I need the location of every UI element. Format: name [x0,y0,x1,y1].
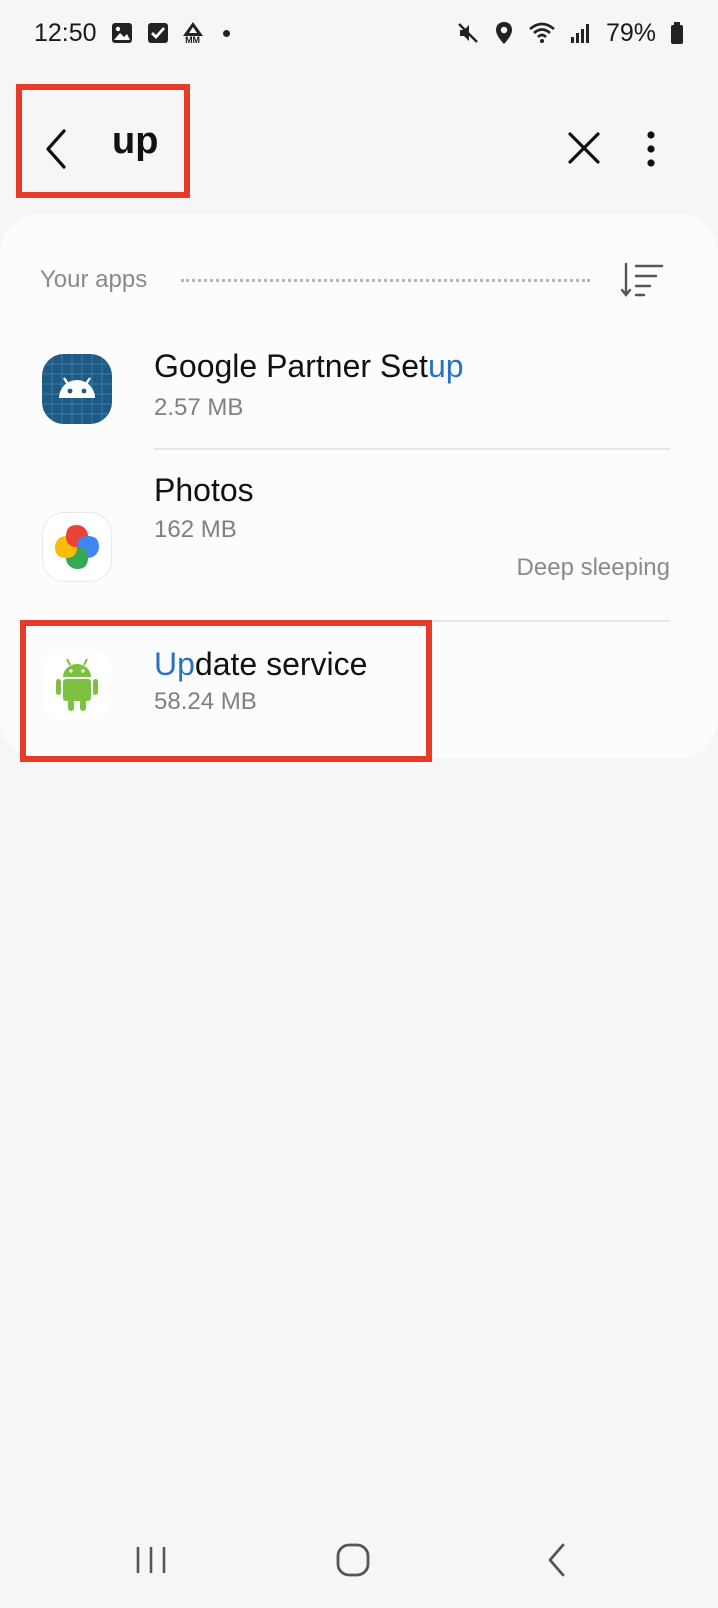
app-row-photos[interactable]: Photos 162 MB Deep sleeping [0,450,718,620]
mm-label: MM [185,34,201,45]
dot-icon [222,29,230,37]
mm-icon: MM [182,21,203,45]
signal-icon [570,22,592,44]
search-input[interactable]: up [112,120,158,163]
status-left: 12:50 MM [34,19,230,48]
chevron-left-icon [548,1543,565,1577]
home-button[interactable] [328,1538,378,1582]
app-size: 162 MB [154,516,237,543]
recents-icon [136,1547,166,1573]
app-row-update-service[interactable]: Update service 58.24 MB [0,622,718,752]
gallery-icon [111,22,133,44]
results-card: Your apps Google Partner Setup 2.57 MB P… [0,214,718,758]
wifi-icon [528,21,556,45]
app-row-google-partner-setup[interactable]: Google Partner Setup 2.57 MB [0,324,718,448]
more-vert-icon [647,131,655,167]
location-icon [494,21,514,45]
sort-button[interactable] [620,260,664,300]
section-divider [181,278,590,282]
navigation-bar [0,1508,718,1608]
app-size: 2.57 MB [154,394,244,421]
section-title: Your apps [40,266,148,293]
more-options-button[interactable] [636,124,666,174]
app-name-text: date service [194,646,368,682]
battery-percent: 79% [605,18,656,47]
status-right: 79% [456,19,684,48]
close-icon [568,132,600,164]
app-name: Google Partner Setup [154,348,464,385]
android-setup-app-icon [42,354,112,424]
back-button[interactable] [36,124,76,174]
mute-icon [456,21,480,45]
app-name: Photos [154,472,254,509]
app-name: Update service [154,646,367,683]
recent-apps-button[interactable] [126,1538,176,1582]
checkbox-icon [147,22,169,44]
status-time: 12:50 [34,18,97,47]
chevron-left-icon [46,129,66,169]
section-header: Your apps [40,258,664,302]
nav-back-button[interactable] [532,1538,582,1582]
app-name-text: Photos [154,472,254,508]
app-status-badge: Deep sleeping [516,554,670,581]
app-name-match: Up [154,646,195,682]
battery-icon [670,21,684,45]
home-icon [336,1543,370,1577]
status-bar: 12:50 MM 79% [0,0,718,66]
android-app-icon [42,650,112,720]
app-name-match: up [427,348,464,384]
clear-search-button[interactable] [562,126,606,170]
sort-icon [620,262,664,297]
photos-app-icon [42,512,112,582]
search-header: up [0,96,718,200]
app-name-text: Google Partner Set [154,348,428,384]
app-size: 58.24 MB [154,688,257,715]
